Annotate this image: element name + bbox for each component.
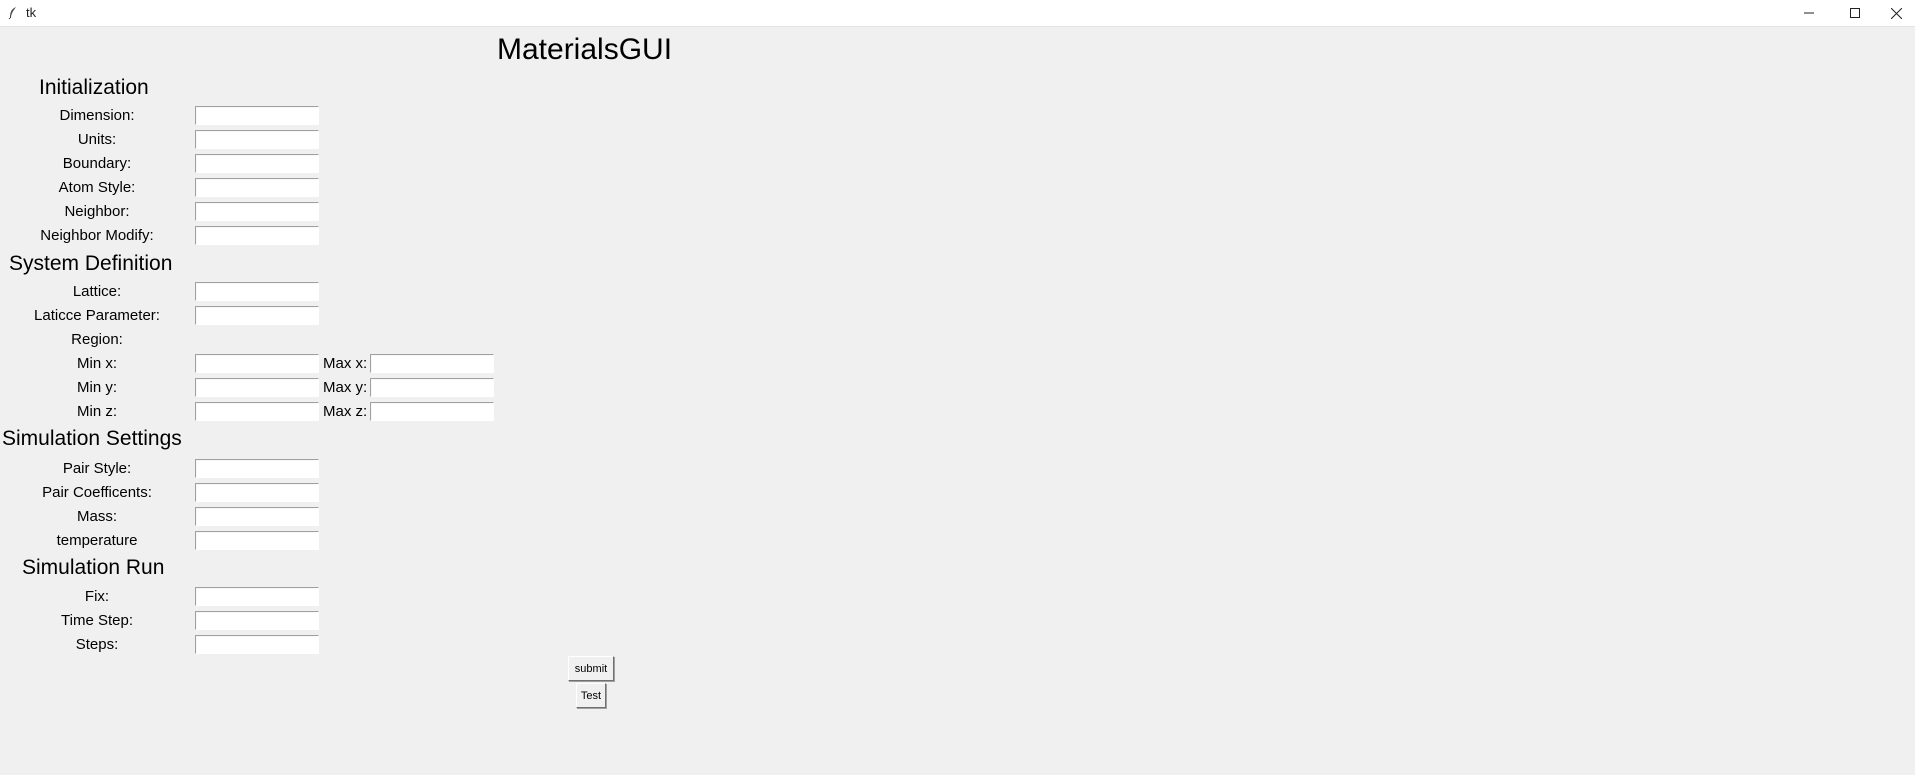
pair-coefficients-input[interactable] (195, 483, 319, 502)
mass-label: Mass: (76, 508, 118, 525)
min-z-input[interactable] (195, 402, 319, 421)
section-heading-simulation-settings: Simulation Settings (2, 427, 182, 450)
neighbor-modify-input[interactable] (195, 226, 319, 245)
min-x-input[interactable] (195, 354, 319, 373)
time-step-input[interactable] (195, 611, 319, 630)
neighbor-label: Neighbor: (64, 203, 130, 220)
minimize-icon (1804, 12, 1814, 14)
section-heading-initialization: Initialization (39, 76, 149, 99)
steps-label: Steps: (75, 636, 119, 653)
fix-label: Fix: (84, 588, 110, 605)
lattice-parameter-label: Laticce Parameter: (34, 307, 160, 324)
max-x-label: Max x: (323, 355, 368, 372)
min-z-label: Min z: (76, 403, 118, 420)
section-heading-simulation-run: Simulation Run (22, 556, 165, 579)
min-y-input[interactable] (195, 378, 319, 397)
test-button[interactable]: Test (576, 683, 606, 708)
minimize-button[interactable] (1786, 0, 1832, 26)
max-y-input[interactable] (370, 378, 494, 397)
boundary-label: Boundary: (62, 155, 132, 172)
atom-style-input[interactable] (195, 178, 319, 197)
max-z-label: Max z: (323, 403, 368, 420)
time-step-label: Time Step: (61, 612, 133, 629)
lattice-label: Lattice: (72, 283, 122, 300)
app-title: MaterialsGUI (497, 33, 673, 66)
lattice-parameter-input[interactable] (195, 306, 319, 325)
lattice-input[interactable] (195, 282, 319, 301)
atom-style-label: Atom Style: (58, 179, 136, 196)
window-titlebar[interactable]: tk (0, 0, 1915, 27)
neighbor-modify-label: Neighbor Modify: (40, 227, 154, 244)
dimension-input[interactable] (195, 106, 319, 125)
max-z-input[interactable] (370, 402, 494, 421)
fix-input[interactable] (195, 587, 319, 606)
section-heading-system-definition: System Definition (9, 252, 173, 275)
region-label: Region: (71, 331, 123, 348)
boundary-input[interactable] (195, 154, 319, 173)
temperature-label: temperature (56, 532, 138, 549)
min-x-label: Min x: (76, 355, 118, 372)
pair-style-label: Pair Style: (62, 460, 132, 477)
pair-coefficients-label: Pair Coefficents: (42, 484, 152, 501)
window-title: tk (26, 5, 37, 20)
dimension-label: Dimension: (59, 107, 135, 124)
maximize-icon (1850, 8, 1860, 18)
max-y-label: Max y: (323, 379, 368, 396)
steps-input[interactable] (195, 635, 319, 654)
close-button[interactable] (1878, 0, 1915, 26)
close-icon (1891, 7, 1902, 19)
pair-style-input[interactable] (195, 459, 319, 478)
maximize-button[interactable] (1832, 0, 1878, 26)
neighbor-input[interactable] (195, 202, 319, 221)
submit-button[interactable]: submit (568, 656, 614, 681)
mass-input[interactable] (195, 507, 319, 526)
max-x-input[interactable] (370, 354, 494, 373)
min-y-label: Min y: (76, 379, 118, 396)
feather-icon (8, 6, 18, 20)
units-input[interactable] (195, 130, 319, 149)
units-label: Units: (77, 131, 117, 148)
temperature-input[interactable] (195, 531, 319, 550)
